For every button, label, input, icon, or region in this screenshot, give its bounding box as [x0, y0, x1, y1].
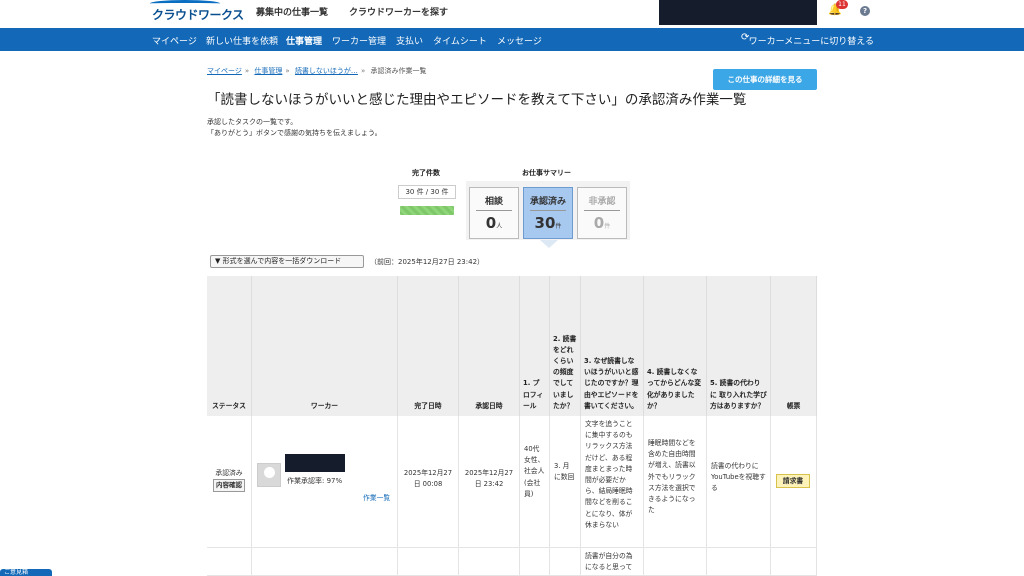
card-unit: 人: [496, 223, 503, 230]
content-check-badge[interactable]: 内容確認: [213, 479, 245, 493]
q4-cell: 睡眠時間などを含めた自由時間が増え、読書以外でもリラックス方法を選択できるように…: [644, 416, 707, 548]
header-approved: 承認日時: [459, 276, 520, 416]
nav-job-management[interactable]: 仕事管理: [286, 34, 322, 47]
nav-payment[interactable]: 支払い: [396, 34, 423, 47]
header-status: ステータス: [207, 276, 252, 416]
logo-swoosh-icon: [150, 0, 220, 7]
q1-cell: 40代 女性、社会人(会社員): [520, 416, 550, 548]
worker-name-redacted[interactable]: [285, 454, 345, 472]
summary-card-consult[interactable]: 相談 0人: [469, 187, 519, 239]
page-title: 「読書しないほうがいいと感じた理由やエピソードを教えて下さい」の承認済み作業一覧: [207, 92, 747, 108]
breadcrumb-mypage[interactable]: マイページ: [207, 67, 242, 75]
active-card-pointer: [540, 240, 558, 248]
q1-cell: [520, 548, 550, 576]
approved-tasks-table: ステータス ワーカー 完了日時 承認日時 1. プロフィール 2. 読書をどれく…: [207, 276, 817, 576]
invoice-cell: [771, 548, 817, 576]
header-q1: 1. プロフィール: [520, 276, 550, 416]
summary-card-rejected[interactable]: 非承認 0件: [577, 187, 627, 239]
logo-text: クラウドワークス: [152, 8, 244, 22]
q3-cell: 読書が自分の為になると思って: [581, 548, 644, 576]
header-completed: 完了日時: [398, 276, 459, 416]
nav-messages[interactable]: メッセージ: [497, 34, 542, 47]
card-title: 相談: [476, 194, 512, 211]
q2-cell: 3. 月に数回: [550, 416, 581, 548]
card-unit: 件: [555, 223, 562, 230]
worker-avatar-icon[interactable]: [257, 463, 281, 487]
card-title: 非承認: [584, 194, 620, 211]
card-title: 承認済み: [530, 194, 566, 211]
nav-new-job[interactable]: 新しい仕事を依頼: [206, 34, 278, 47]
summary-card-approved[interactable]: 承認済み 30件: [523, 187, 573, 239]
crowdworks-logo[interactable]: クラウドワークス: [150, 0, 244, 23]
invoice-button[interactable]: 請求書: [776, 474, 810, 488]
worker-cell: [252, 548, 398, 576]
help-icon[interactable]: ?: [860, 6, 870, 16]
approved-cell: 2025年12月27日 23:42: [459, 416, 520, 548]
notification-badge: 11: [836, 0, 848, 9]
approved-cell: [459, 548, 520, 576]
header-q5: 5. 読書の代わりに 取り入れた学び方はありますか？: [707, 276, 771, 416]
header-worker: ワーカー: [252, 276, 398, 416]
job-detail-button[interactable]: この仕事の詳細を見る: [713, 69, 817, 90]
download-format-select[interactable]: ▼ 形式を選んで内容を一括ダウンロード: [210, 255, 364, 268]
last-download-note: （前回：2025年12月27日 23:42）: [370, 258, 485, 266]
q5-cell: 読書の代わりにYouTubeを視聴する: [707, 416, 771, 548]
top-bar: クラウドワークス 募集中の仕事一覧 クラウドワーカーを探す 🔔 11 ?: [0, 0, 1024, 28]
worker-approval-rate: 作業承認率: 97%: [287, 477, 343, 485]
completed-progress-bar: [400, 206, 454, 215]
switch-worker-menu[interactable]: ワーカーメニューに切り替える: [749, 34, 874, 47]
nav-find-workers[interactable]: クラウドワーカーを探す: [349, 5, 448, 18]
header-q3: 3. なぜ読書しないほうがいいと感じたのですか？理由やエピソードを書いてください…: [581, 276, 644, 416]
q4-cell: [644, 548, 707, 576]
breadcrumb-job[interactable]: 読書しないほうが…: [295, 67, 358, 75]
account-area-redacted[interactable]: [659, 0, 817, 25]
q5-cell: [707, 548, 771, 576]
nav-job-list[interactable]: 募集中の仕事一覧: [256, 5, 328, 18]
q3-cell: 文字を追うことに集中するのもリラックス方法だけど、ある程度まとまった時間が必要だ…: [581, 416, 644, 548]
header-q4: 4. 読書しなくなってからどんな変化がありましたか？: [644, 276, 707, 416]
description-line-1: 承認したタスクの一覧です。: [207, 118, 298, 126]
completed-count-label: 完了件数: [412, 169, 440, 177]
breadcrumb: マイページ» 仕事管理» 読書しないほうが…» 承認済み作業一覧: [207, 67, 427, 75]
card-value: 0: [593, 214, 605, 232]
card-value: 30: [534, 214, 556, 232]
description-line-2: 「ありがとう」ボタンで感謝の気持ちを伝えましょう。: [207, 129, 382, 137]
header-q2: 2. 読書をどれくらいの頻度でしていましたか？: [550, 276, 581, 416]
completed-cell: [398, 548, 459, 576]
nav-worker-management[interactable]: ワーカー管理: [332, 34, 386, 47]
card-value: 0: [485, 214, 497, 232]
nav-timesheet[interactable]: タイムシート: [433, 34, 487, 47]
worker-task-list-link[interactable]: 作業一覧: [363, 492, 390, 502]
main-nav-bar: マイページ 新しい仕事を依頼 仕事管理 ワーカー管理 支払い タイムシート メッ…: [0, 28, 1024, 51]
feedback-tab[interactable]: ご意見箱: [0, 569, 52, 576]
breadcrumb-current: 承認済み作業一覧: [370, 67, 427, 75]
header-invoice: 帳票: [771, 276, 817, 416]
table-row: 承認済み 内容確認: [207, 416, 252, 548]
q2-cell: [550, 548, 581, 576]
completed-count-value: 30 件 / 30 件: [398, 185, 456, 199]
table-row: [207, 548, 252, 576]
job-summary-label: お仕事サマリー: [522, 169, 571, 177]
breadcrumb-job-management[interactable]: 仕事管理: [254, 67, 282, 75]
completed-cell: 2025年12月27日 00:08: [398, 416, 459, 548]
nav-mypage[interactable]: マイページ: [152, 34, 197, 47]
card-unit: 件: [604, 223, 611, 230]
status-text: 承認済み: [215, 469, 243, 477]
